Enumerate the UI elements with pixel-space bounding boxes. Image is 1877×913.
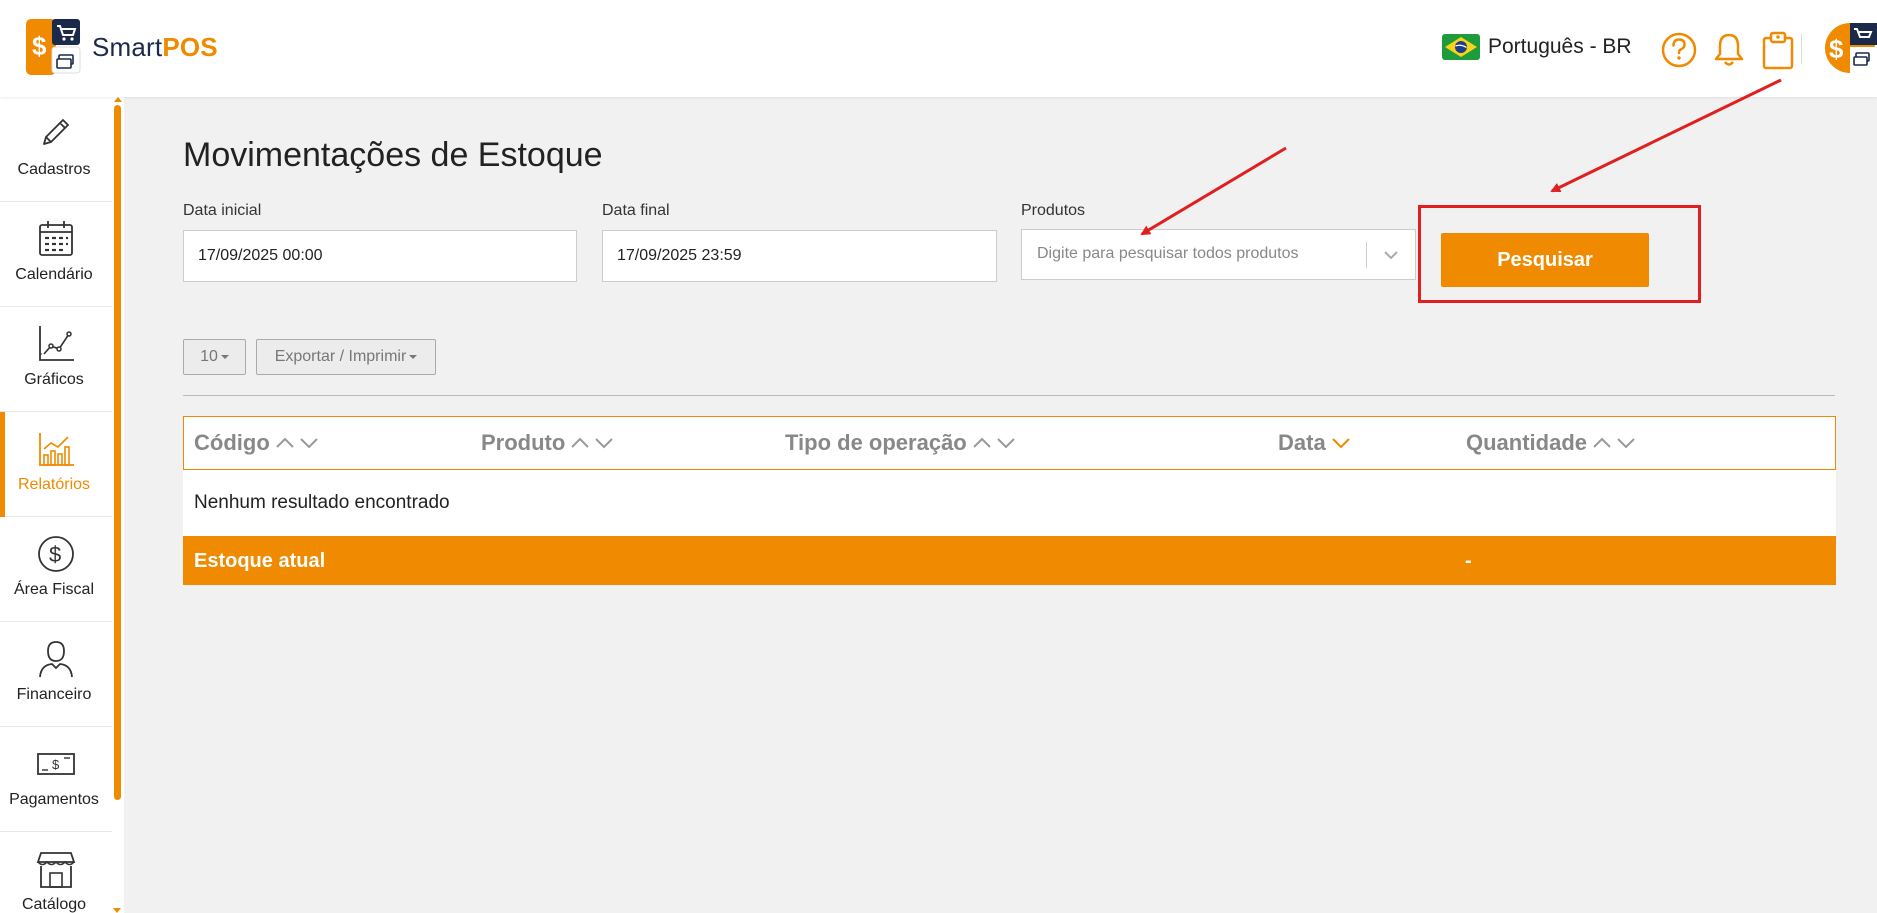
svg-text:$: $ xyxy=(52,757,60,772)
smartpos-logo-icon: $ xyxy=(26,19,84,75)
sidebar-item-financeiro[interactable]: Financeiro xyxy=(0,622,112,727)
page-size-dropdown[interactable]: 10 xyxy=(183,339,246,375)
scroll-down-arrow[interactable] xyxy=(113,908,121,913)
page-title: Movimentações de Estoque xyxy=(183,136,603,174)
svg-text:$: $ xyxy=(1829,34,1844,64)
app-logo[interactable]: $ SmartPOS xyxy=(26,19,218,75)
caret-down-icon xyxy=(409,354,418,359)
language-label: Português - BR xyxy=(1488,35,1632,58)
sidebar-item-relatorios[interactable]: Relatórios xyxy=(0,412,112,517)
clipboard-icon[interactable] xyxy=(1759,30,1797,70)
start-date-label: Data inicial xyxy=(183,202,262,219)
start-date-input[interactable]: 17/09/2025 00:00 xyxy=(183,230,577,282)
sidebar-item-label: Área Fiscal xyxy=(13,581,95,598)
header-divider xyxy=(1801,34,1802,64)
sidebar-item-cadastros[interactable]: Cadastros xyxy=(0,97,112,202)
help-icon[interactable] xyxy=(1660,30,1698,70)
bar-chart-icon xyxy=(36,429,76,469)
export-print-dropdown[interactable]: Exportar / Imprimir xyxy=(256,339,436,375)
column-label: Data xyxy=(1278,430,1326,455)
products-label: Produtos xyxy=(1021,202,1086,219)
brand-smart: Smart xyxy=(92,31,163,62)
annotation-arrow-products xyxy=(1140,146,1287,236)
sort-arrows-icon[interactable] xyxy=(569,433,617,453)
language-selector[interactable]: Português - BR xyxy=(1442,34,1632,60)
svg-text:$: $ xyxy=(32,31,47,61)
sidebar-scrollbar[interactable] xyxy=(114,105,121,800)
column-header-data[interactable]: Data xyxy=(1278,430,1354,456)
calendar-icon xyxy=(36,219,76,259)
products-select[interactable]: Digite para pesquisar todos produtos xyxy=(1021,229,1416,280)
column-label: Quantidade xyxy=(1466,430,1588,455)
page-size-value: 10 xyxy=(200,348,218,365)
top-bar: $ SmartPOS Português - BR $ xyxy=(0,0,1877,97)
column-label: Código xyxy=(194,430,270,455)
sort-arrows-icon[interactable] xyxy=(971,433,1019,453)
total-label: Estoque atual xyxy=(194,550,326,572)
annotation-highlight-box xyxy=(1418,205,1701,303)
sidebar-item-label: Calendário xyxy=(15,266,93,283)
column-header-codigo[interactable]: Código xyxy=(194,430,322,456)
sidebar-item-pagamentos[interactable]: $ Pagamentos xyxy=(0,727,112,832)
empty-message: Nenhum resultado encontrado xyxy=(194,492,450,513)
brand-pos: POS xyxy=(162,31,218,62)
column-header-quantidade[interactable]: Quantidade xyxy=(1466,430,1639,456)
brand-name: SmartPOS xyxy=(92,32,218,63)
column-label: Produto xyxy=(481,430,566,455)
column-label: Tipo de operação xyxy=(785,430,967,455)
user-avatar[interactable]: $ xyxy=(1822,23,1877,73)
person-icon xyxy=(36,639,76,679)
pencil-icon xyxy=(36,114,76,154)
table-header: Código Produto Tipo de operação Data Qua… xyxy=(183,416,1836,470)
sort-arrows-icon[interactable] xyxy=(1591,433,1639,453)
brazil-flag-icon xyxy=(1442,34,1480,60)
sidebar-item-graficos[interactable]: Gráficos xyxy=(0,307,112,412)
total-value: - xyxy=(1465,550,1472,572)
select-divider xyxy=(1366,242,1367,268)
line-chart-icon xyxy=(36,324,76,364)
column-header-produto[interactable]: Produto xyxy=(481,430,617,456)
sort-desc-icon[interactable] xyxy=(1330,433,1354,453)
end-date-input[interactable]: 17/09/2025 23:59 xyxy=(602,230,997,282)
banknote-icon: $ xyxy=(36,744,76,784)
sidebar-item-label: Pagamentos xyxy=(9,791,99,808)
bell-icon[interactable] xyxy=(1710,30,1748,70)
divider-line xyxy=(183,395,1835,396)
table-total-row: Estoque atual - xyxy=(183,536,1836,585)
sidebar: Cadastros Calendário Gráficos Relatórios… xyxy=(0,97,124,913)
products-placeholder: Digite para pesquisar todos produtos xyxy=(1037,245,1299,262)
store-icon xyxy=(36,849,76,889)
caret-down-icon xyxy=(220,354,229,359)
sidebar-item-label: Cadastros xyxy=(17,161,91,178)
dollar-circle-icon: $ xyxy=(36,534,76,574)
column-header-tipo-operacao[interactable]: Tipo de operação xyxy=(785,430,1019,456)
sidebar-item-calendario[interactable]: Calendário xyxy=(0,202,112,307)
chevron-down-icon[interactable] xyxy=(1380,244,1402,266)
table-empty-row: Nenhum resultado encontrado xyxy=(183,470,1836,536)
sort-arrows-icon[interactable] xyxy=(274,433,322,453)
sidebar-item-area-fiscal[interactable]: $ Área Fiscal xyxy=(0,517,112,622)
sidebar-item-label: Relatórios xyxy=(17,476,91,493)
svg-text:$: $ xyxy=(49,542,61,567)
export-print-label: Exportar / Imprimir xyxy=(274,348,407,365)
sidebar-item-label: Catálogo xyxy=(21,896,87,913)
sidebar-item-catalogo[interactable]: Catálogo xyxy=(0,832,112,913)
scroll-up-arrow[interactable] xyxy=(114,97,122,102)
end-date-label: Data final xyxy=(602,202,670,219)
sidebar-item-label: Gráficos xyxy=(24,371,84,388)
sidebar-item-label: Financeiro xyxy=(16,686,92,703)
